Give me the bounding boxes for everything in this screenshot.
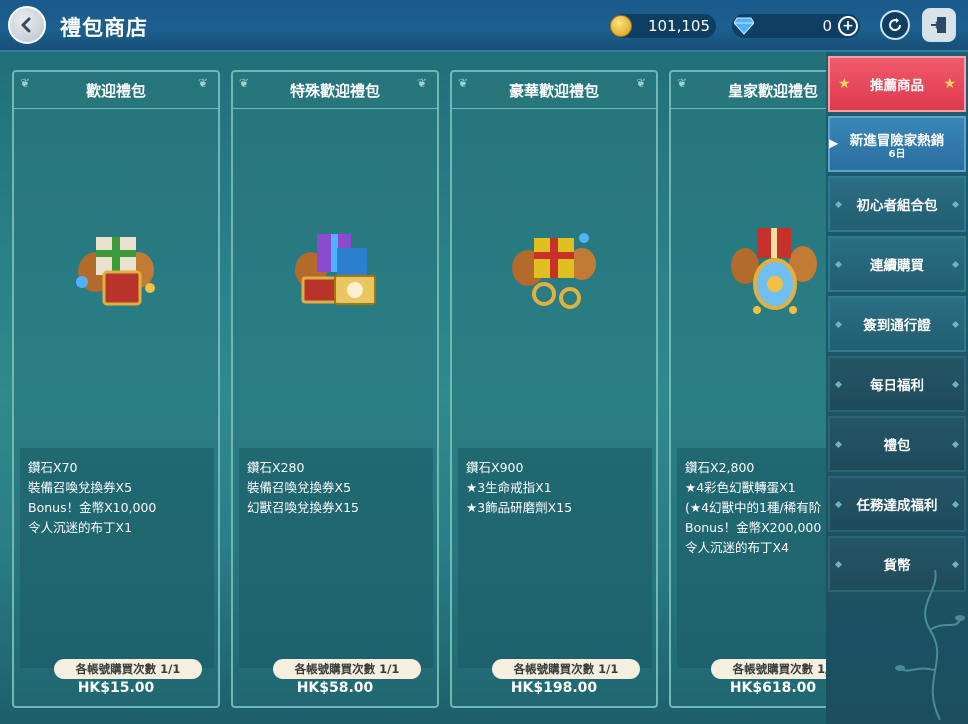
content-line: Bonus！金幣X10,000 — [28, 500, 157, 515]
diamond-ornament-icon — [951, 500, 960, 509]
tab-label: 初心者組合包 — [856, 198, 938, 214]
diamond-ornament-icon — [834, 320, 843, 329]
tab-check-in-pass[interactable]: 簽到通行證 — [828, 296, 966, 352]
card-header: ❦ 豪華歡迎禮包 ❦ — [452, 72, 656, 109]
package-card-special-welcome[interactable]: ❦ 特殊歡迎禮包 ❦ 鑽石X280 裝備召喚兌換券X5 幻獸召喚兌換券X15 各… — [231, 70, 439, 708]
purchase-limit-badge: 各帳號購買次數 1/1 — [492, 659, 640, 679]
diamond-ornament-icon — [834, 380, 843, 389]
tab-label: 新進冒險家熱銷 — [849, 132, 945, 149]
gift-bundle-icon — [295, 234, 376, 305]
ornament-icon: ❦ — [417, 76, 428, 90]
content-line: 鑽石X70 — [28, 460, 78, 475]
add-gems-button[interactable]: + — [838, 16, 858, 36]
card-title: 豪華歡迎禮包 — [508, 81, 599, 100]
star-icon: ★ — [943, 76, 956, 92]
content-line: 令人沉迷的布丁X1 — [28, 520, 133, 535]
refresh-button[interactable] — [880, 10, 910, 40]
tab-mission-rewards[interactable]: 任務達成福利 — [828, 476, 966, 532]
diamond-ornament-icon — [951, 260, 960, 269]
back-button[interactable] — [8, 6, 46, 44]
content-line: 鑽石X900 — [466, 460, 524, 475]
caret-right-icon: ▶ — [829, 136, 839, 150]
ornament-icon: ❦ — [20, 76, 31, 90]
content-line: 裝備召喚兌換券X5 — [247, 480, 352, 495]
back-arrow-icon — [21, 17, 31, 33]
coin-balance: 101,105 — [610, 14, 716, 38]
exit-button[interactable] — [922, 8, 956, 42]
ornament-icon: ❦ — [239, 76, 250, 90]
price-button[interactable]: HK$15.00 — [14, 680, 218, 696]
card-title: 歡迎禮包 — [85, 81, 146, 100]
diamond-ornament-icon — [951, 440, 960, 449]
tab-label: 簽到通行證 — [863, 318, 931, 334]
tab-packages[interactable]: 禮包 — [828, 416, 966, 472]
card-header: ❦ 特殊歡迎禮包 ❦ — [233, 72, 437, 109]
tab-daily-benefits[interactable]: 每日福利 — [828, 356, 966, 412]
tab-recommended[interactable]: ★ 推薦商品 ★ — [828, 56, 966, 112]
star-icon: ★ — [838, 76, 851, 92]
tab-new-adventurer-hot[interactable]: ▶ 新進冒險家熱銷 6日 — [828, 116, 966, 172]
diamond-ornament-icon — [834, 440, 843, 449]
refresh-icon — [889, 18, 902, 32]
coin-amount: 101,105 — [647, 17, 710, 35]
gift-bundle-icon — [512, 233, 596, 309]
card-title: 皇家歡迎禮包 — [727, 81, 818, 100]
purchase-limit-badge: 各帳號購買次數 1/1 — [54, 659, 202, 679]
top-bar: 禮包商店 101,105 0 + — [0, 0, 968, 52]
diamond-ornament-icon — [951, 380, 960, 389]
tab-beginner-bundle[interactable]: 初心者組合包 — [828, 176, 966, 232]
page-title: 禮包商店 — [60, 16, 148, 40]
tab-label: 連續購買 — [870, 258, 924, 274]
blue-diamond-icon — [734, 17, 754, 35]
gem-amount: 0 — [822, 17, 832, 35]
tab-label: 推薦商品 — [870, 78, 924, 94]
diamond-ornament-icon — [834, 560, 843, 569]
gold-coin-icon — [610, 15, 632, 37]
vine-decoration-icon — [895, 569, 965, 720]
tab-label: 禮包 — [883, 438, 911, 454]
price-button[interactable]: HK$58.00 — [233, 680, 437, 696]
package-contents: 鑽石X900 ★3生命戒指X1 ★3飾品研磨劑X15 — [458, 448, 652, 668]
ornament-icon: ❦ — [458, 76, 469, 90]
content-line: ★3飾品研磨劑X15 — [466, 500, 573, 515]
card-title: 特殊歡迎禮包 — [289, 81, 380, 100]
ornament-icon: ❦ — [677, 76, 688, 90]
package-card-welcome[interactable]: ❦ 歡迎禮包 ❦ 鑽石X70 裝備召喚兌換券X5 Bonus！金幣X10,000… — [12, 70, 220, 708]
tab-consecutive-purchase[interactable]: 連續購買 — [828, 236, 966, 292]
content-line: 裝備召喚兌換券X5 — [28, 480, 133, 495]
tab-label: 任務達成福利 — [856, 498, 938, 514]
tab-label: 每日福利 — [870, 378, 924, 394]
tab-remaining-days: 6日 — [888, 148, 906, 160]
package-contents: 鑽石X280 裝備召喚兌換券X5 幻獸召喚兌換券X15 — [239, 448, 433, 668]
diamond-ornament-icon — [834, 200, 843, 209]
purchase-limit-badge: 各帳號購買次數 1/1 — [273, 659, 421, 679]
gem-balance: 0 + — [732, 14, 860, 38]
package-contents: 鑽石X70 裝備召喚兌換券X5 Bonus！金幣X10,000 令人沉迷的布丁X… — [20, 448, 214, 668]
gift-bundle-icon — [76, 237, 155, 306]
ornament-icon: ❦ — [636, 76, 647, 90]
diamond-ornament-icon — [834, 260, 843, 269]
card-header: ❦ 歡迎禮包 ❦ — [14, 72, 218, 109]
diamond-ornament-icon — [951, 320, 960, 329]
gift-bundle-icon — [731, 228, 817, 314]
diamond-ornament-icon — [834, 500, 843, 509]
package-card-deluxe-welcome[interactable]: ❦ 豪華歡迎禮包 ❦ 鑽石X900 ★3生命戒指X1 ★3飾品研磨劑X15 各帳… — [450, 70, 658, 708]
diamond-ornament-icon — [951, 200, 960, 209]
content-line: 鑽石X280 — [247, 460, 305, 475]
content-line: 幻獸召喚兌換券X15 — [247, 500, 359, 515]
exit-door-icon — [931, 17, 946, 33]
ornament-icon: ❦ — [198, 76, 209, 90]
price-button[interactable]: HK$198.00 — [452, 680, 656, 696]
content-line: ★3生命戒指X1 — [466, 480, 552, 495]
